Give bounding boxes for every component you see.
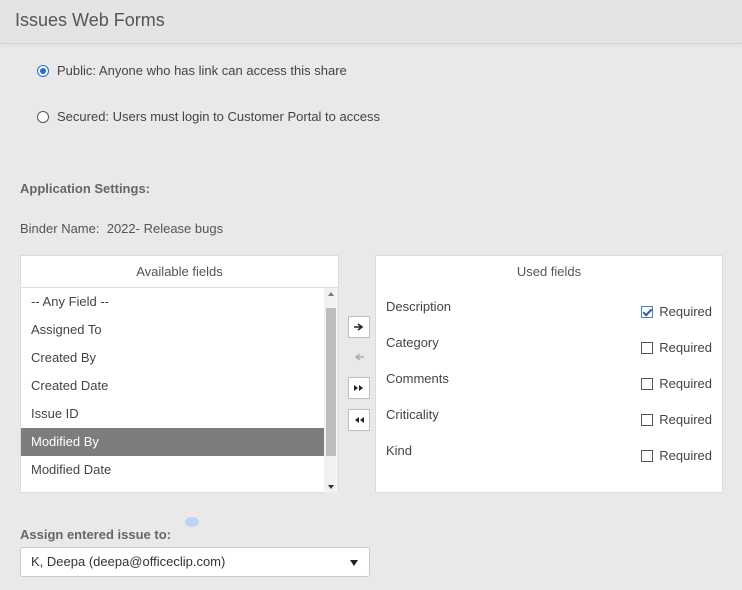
required-toggle[interactable]: Required [641,340,712,355]
help-icon[interactable] [185,517,199,527]
secured-radio[interactable] [37,110,49,123]
available-fields-scrollbar[interactable] [324,288,338,493]
used-field-label: Category [386,335,439,350]
required-checkbox[interactable] [641,377,654,390]
required-toggle[interactable]: Required [641,448,712,463]
used-fields-panel: Used fields Description Required Category R… [375,255,723,493]
used-field-row: Criticality Required [386,407,712,427]
available-field-item[interactable]: Created By [21,344,324,372]
required-checkbox[interactable] [641,305,654,318]
public-access-option[interactable]: Public: Anyone who has link can access t… [37,63,347,78]
available-fields-panel: Available fields -- Any Field -- Assigned… [20,255,339,493]
assign-to-value: K, Deepa (deepa@officeclip.com) [31,554,226,569]
used-field-label: Criticality [386,407,439,422]
remove-field-button[interactable] [348,346,370,368]
scroll-thumb[interactable] [326,308,336,456]
binder-name: Binder Name: 2022- Release bugs [20,221,223,236]
required-label: Required [659,448,712,463]
required-checkbox[interactable] [641,449,654,462]
used-field-label: Kind [386,443,413,458]
available-field-item[interactable]: Modified Date [21,456,324,484]
arrow-right-icon [354,323,364,331]
required-label: Required [659,376,712,391]
double-arrow-right-icon [354,385,363,391]
chevron-down-icon [350,560,358,566]
required-label: Required [659,304,712,319]
available-field-item[interactable]: Assigned To [21,316,324,344]
used-field-row: Description Required [386,299,712,319]
used-field-label: Comments [386,371,449,386]
required-toggle[interactable]: Required [641,376,712,391]
secured-access-option[interactable]: Secured: Users must login to Customer Po… [37,109,380,124]
scroll-up-icon[interactable] [328,292,334,296]
scroll-down-icon[interactable] [328,485,334,489]
public-radio[interactable] [37,64,49,77]
required-checkbox[interactable] [641,341,654,354]
required-checkbox[interactable] [641,413,654,426]
public-radio-label: Public: Anyone who has link can access t… [57,63,347,78]
required-label: Required [659,340,712,355]
used-field-row: Comments Required [386,371,712,391]
binder-name-label: Binder Name: [20,221,100,236]
available-field-item[interactable]: Modified By [21,428,324,456]
available-field-item[interactable]: Issue ID [21,400,324,428]
remove-all-fields-button[interactable] [348,409,370,431]
double-arrow-left-icon [355,417,364,423]
required-toggle[interactable]: Required [641,304,712,319]
assign-to-select[interactable]: K, Deepa (deepa@officeclip.com) [20,547,370,577]
used-field-row: Kind Required [386,443,712,463]
used-fields-title: Used fields [516,264,582,279]
available-field-item[interactable]: Created Date [21,372,324,400]
application-settings-heading: Application Settings: [20,181,150,196]
add-field-button[interactable] [348,316,370,338]
page-title: Issues Web Forms [15,10,165,30]
required-label: Required [659,412,712,427]
available-fields-title: Available fields [21,256,338,288]
assign-label: Assign entered issue to: [20,527,171,542]
secured-radio-label: Secured: Users must login to Customer Po… [57,109,380,124]
add-all-fields-button[interactable] [348,377,370,399]
page-header: Issues Web Forms [0,0,742,44]
required-toggle[interactable]: Required [641,412,712,427]
arrow-left-icon [354,353,364,361]
binder-name-value: 2022- Release bugs [106,221,224,236]
used-field-row: Category Required [386,335,712,355]
available-fields-list[interactable]: -- Any Field -- Assigned To Created By Crea… [21,288,324,493]
used-field-label: Description [386,299,452,314]
available-field-item[interactable]: -- Any Field -- [21,288,324,316]
